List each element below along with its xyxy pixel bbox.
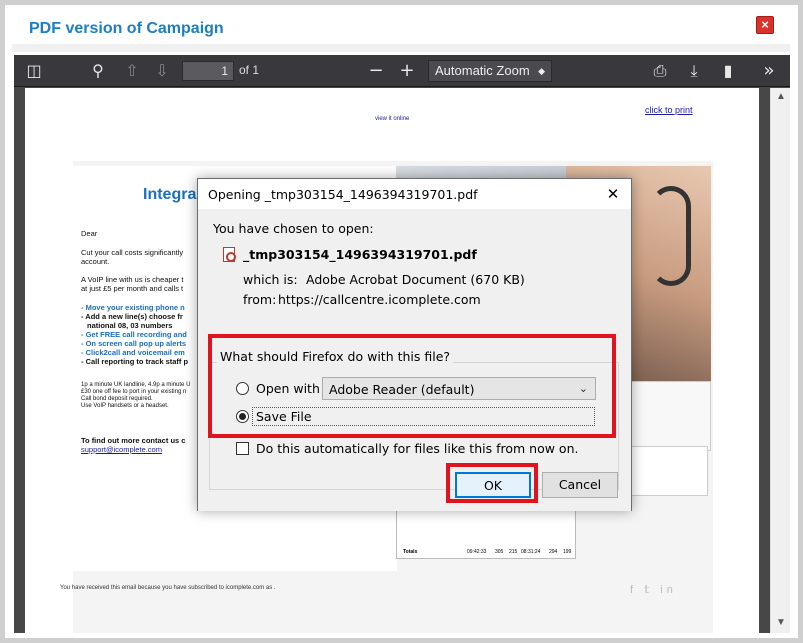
updown-icon: ◆: [538, 66, 545, 76]
open-with-radio[interactable]: [236, 382, 249, 395]
modal-header: PDF version of Campaign: [17, 11, 795, 45]
bookmark-icon[interactable]: ▮: [718, 61, 738, 81]
dialog-title: Opening _tmp303154_1496394319701.pdf: [208, 187, 478, 202]
which-is-value: Adobe Acrobat Document (670 KB): [306, 272, 525, 287]
social-icons: f 𝕥 in: [630, 584, 677, 596]
table-total-value: 294: [549, 549, 558, 555]
dialog-body: You have chosen to open: _tmp303154_1496…: [198, 209, 631, 511]
zoom-out-icon[interactable]: −: [366, 61, 386, 81]
email-paragraph-1: Cut your call costs significantly: [81, 248, 184, 257]
from-value: https://callcentre.icomplete.com: [278, 292, 481, 307]
open-with-label[interactable]: Open with: [256, 381, 320, 396]
pdf-toolbar: ◫ ⚲ ⇧ ⇩ 1 of 1 − + Automatic Zoom ◆ ⎙ ⤓ …: [14, 55, 790, 87]
chevron-down-icon: ⌄: [578, 383, 588, 395]
modal-title: PDF version of Campaign: [29, 20, 224, 37]
table-total-value: 305: [495, 549, 504, 555]
action-question: What should Firefox do with this file?: [217, 349, 454, 364]
email-paragraph-2b: at just £5 per month and calls t: [81, 284, 184, 293]
scroll-down-icon[interactable]: ▼: [776, 618, 786, 628]
email-footer-note: You have received this email because you…: [60, 585, 276, 591]
dialog-titlebar: Opening _tmp303154_1496394319701.pdf ✕: [198, 179, 631, 209]
zoom-select[interactable]: Automatic Zoom ◆: [428, 60, 552, 82]
table-total-value: 199: [563, 549, 572, 555]
dialog-close-button[interactable]: ✕: [604, 185, 622, 203]
sidebar-toggle-icon[interactable]: ◫: [24, 61, 44, 81]
zoom-in-icon[interactable]: +: [397, 61, 417, 81]
modal-close-button[interactable]: ×: [756, 16, 774, 34]
page-number-input[interactable]: 1: [182, 61, 234, 81]
cancel-button[interactable]: Cancel: [542, 472, 618, 498]
ok-button[interactable]: OK: [455, 472, 531, 498]
email-fine-print: 1p a minute UK landline, 4.9p a minute U: [81, 382, 191, 388]
which-is-label: which is:: [243, 272, 298, 287]
pdf-file-icon: [223, 247, 236, 262]
table-total-value: 215: [509, 549, 518, 555]
support-email-link[interactable]: support@icomplete.com: [81, 445, 162, 454]
email-bullet: - On screen call pop up alerts: [81, 339, 187, 348]
table-total-label: Totals: [403, 549, 418, 555]
email-paragraph-1b: account.: [81, 257, 110, 266]
email-paragraph-2: A VoIP line with us is cheaper t: [81, 275, 184, 284]
open-with-app-value: Adobe Reader (default): [329, 382, 475, 397]
email-greeting: Dear: [81, 229, 98, 238]
save-file-label[interactable]: Save File: [256, 409, 312, 424]
email-fine-print: Call bond deposit required.: [81, 396, 153, 402]
scroll-up-icon[interactable]: ▲: [776, 92, 786, 102]
previous-page-icon[interactable]: ⇧: [122, 61, 142, 81]
auto-action-checkbox[interactable]: [236, 442, 249, 455]
email-bullet: - Get FREE call recording and: [81, 330, 187, 339]
auto-action-label[interactable]: Do this automatically for files like thi…: [256, 441, 578, 456]
email-fine-print: Use VoIP handsets or a headset.: [81, 403, 169, 409]
email-fine-print: £30 one off fee to port in your existing…: [81, 389, 187, 395]
email-bullet: - Move your existing phone n: [81, 303, 185, 312]
save-file-radio[interactable]: [236, 410, 249, 423]
print-icon[interactable]: ⎙: [650, 61, 670, 81]
email-bullet: - Call reporting to track staff p: [81, 357, 189, 366]
view-online-link[interactable]: view it online: [375, 116, 409, 122]
next-page-icon[interactable]: ⇩: [152, 61, 172, 81]
dialog-filename: _tmp303154_1496394319701.pdf: [243, 247, 477, 262]
from-label: from:: [243, 292, 277, 307]
page-count: of 1: [239, 63, 260, 77]
click-to-print-link[interactable]: click to print: [645, 105, 693, 115]
search-icon[interactable]: ⚲: [88, 61, 108, 81]
email-contact: To find out more contact us c: [81, 436, 186, 445]
tools-chevron-icon[interactable]: »: [759, 61, 779, 81]
email-bullet: - Click2call and voicemail em: [81, 348, 185, 357]
email-heading: Integra: [143, 186, 197, 203]
headset-shape: [651, 186, 691, 286]
table-total-value: 09:42:33: [467, 549, 487, 555]
download-icon[interactable]: ⤓: [684, 61, 704, 81]
pdf-scrollbar[interactable]: ▲ ▼: [770, 88, 790, 633]
dialog-intro: You have chosen to open:: [213, 221, 374, 236]
table-total-value: 08:31:24: [521, 549, 541, 555]
open-with-app-select[interactable]: Adobe Reader (default) ⌄: [322, 377, 596, 400]
email-bullet: - Add a new line(s) choose fr: [81, 312, 183, 321]
zoom-value: Automatic Zoom: [435, 63, 530, 78]
firefox-open-dialog: Opening _tmp303154_1496394319701.pdf ✕ Y…: [197, 178, 632, 511]
email-bullet: national 08, 03 numbers: [87, 321, 173, 330]
header-divider: [12, 44, 790, 52]
